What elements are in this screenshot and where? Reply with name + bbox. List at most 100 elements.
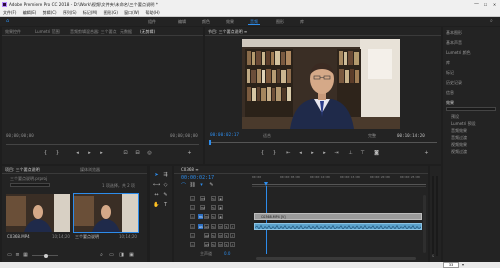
new-item-icon[interactable]: ◨ <box>118 252 125 258</box>
menu-marker[interactable]: 标记(M) <box>83 10 98 15</box>
solo-icon[interactable]: S <box>224 224 229 229</box>
close-button[interactable]: ✕ <box>490 0 499 9</box>
maximize-button[interactable]: ☐ <box>481 0 490 9</box>
menu-window[interactable]: 窗口(W) <box>124 10 139 15</box>
panel-lumetri-color[interactable]: Lumetri 颜色 <box>446 50 471 56</box>
panel-markers[interactable]: 标记 <box>446 70 454 76</box>
add-button-icon[interactable]: + <box>423 150 430 156</box>
eye-icon[interactable]: ◉ <box>218 196 223 201</box>
go-to-out-icon[interactable]: ⇥ <box>333 150 340 156</box>
source-scrubber[interactable] <box>6 144 199 145</box>
eye-icon[interactable]: ◉ <box>218 214 223 219</box>
effects-lumetri-presets[interactable]: Lumetri 预设 <box>451 121 476 127</box>
step-back-icon[interactable]: ◂ <box>74 150 81 156</box>
snap-icon[interactable]: ⌒ <box>180 182 187 189</box>
menu-graphics[interactable]: 图形(G) <box>104 10 118 15</box>
workspace-editing[interactable]: 编辑 <box>178 17 186 26</box>
track-lock-icon[interactable]: ▫ <box>190 205 195 210</box>
timeline-settings-icon[interactable]: ✎ <box>208 182 215 188</box>
mark-in-icon[interactable]: { <box>42 150 49 156</box>
mark-out-icon[interactable]: } <box>271 150 278 156</box>
step-back-icon[interactable]: ◂ <box>297 150 304 156</box>
menu-edit[interactable]: 编辑(E) <box>23 10 37 15</box>
type-tool-icon[interactable]: T <box>162 202 169 208</box>
mic-icon[interactable]: ♪ <box>230 233 235 238</box>
effects-search-input[interactable] <box>446 107 496 111</box>
sync-lock-icon[interactable]: ⇆ <box>211 196 216 201</box>
mark-in-icon[interactable]: { <box>259 150 266 156</box>
program-timecode-current[interactable]: 00:00:02:17 <box>210 133 239 138</box>
list-view-icon[interactable]: ≡ <box>14 252 21 258</box>
source-patch-a1[interactable]: A1 <box>198 224 203 229</box>
sync-lock-icon[interactable]: ⇆ <box>211 224 216 229</box>
pen-tool-icon[interactable]: ✎ <box>162 192 169 198</box>
razor-tool-icon[interactable]: ◇ <box>162 182 169 188</box>
timeline-horizontal-scrollbar[interactable] <box>256 257 416 260</box>
program-scrubber[interactable] <box>209 142 437 143</box>
play-icon[interactable]: ▸ <box>86 150 93 156</box>
effects-panel-title[interactable]: 效果 <box>446 100 454 106</box>
step-forward-icon[interactable]: ▸ <box>98 150 105 156</box>
mute-icon[interactable]: M <box>218 233 223 238</box>
slip-tool-icon[interactable]: ↔ <box>153 192 160 198</box>
hand-tool-icon[interactable]: ✋ <box>153 202 160 208</box>
track-label[interactable]: V1 <box>204 214 209 219</box>
ripple-edit-tool-icon[interactable]: ⟷ <box>153 182 160 188</box>
mute-icon[interactable]: M <box>218 242 223 247</box>
source-timecode-current[interactable]: 00;00;00;00 <box>6 133 34 138</box>
quality-select[interactable]: 完整 <box>368 133 376 139</box>
icon-view-icon[interactable]: ▦ <box>22 252 29 258</box>
add-marker-icon[interactable]: ▾ <box>198 182 205 188</box>
work-area-bar[interactable] <box>252 186 426 187</box>
playhead-line[interactable] <box>265 186 267 254</box>
effects-video-effects[interactable]: 视频效果 <box>451 142 467 148</box>
menu-help[interactable]: 帮助(H) <box>146 10 160 15</box>
mic-icon[interactable]: ♪ <box>230 224 235 229</box>
sync-lock-icon[interactable]: ⇆ <box>211 242 216 247</box>
linked-selection-icon[interactable]: ⛓ <box>189 182 196 188</box>
step-forward-icon[interactable]: ▸ <box>321 150 328 156</box>
video-clip[interactable]: C0368.MP4 [V] <box>254 213 422 220</box>
workspace-libraries[interactable]: 库 <box>300 17 304 26</box>
panel-essential-graphics[interactable]: 基本图形 <box>446 30 462 36</box>
solo-icon[interactable]: S <box>224 233 229 238</box>
sync-lock-icon[interactable]: ⇆ <box>211 214 216 219</box>
effects-audio-transitions[interactable]: 音频过渡 <box>451 135 467 141</box>
fit-select[interactable]: 适合 <box>263 133 271 139</box>
panel-libraries[interactable]: 库 <box>446 60 450 66</box>
track-label[interactable]: V3 <box>200 196 205 201</box>
track-lock-icon[interactable]: ▫ <box>190 224 195 229</box>
workspace-color[interactable]: 颜色 <box>202 17 210 26</box>
track-label[interactable]: V2 <box>200 205 205 210</box>
master-volume[interactable]: 0.0 <box>224 251 230 256</box>
track-label[interactable]: A1 <box>204 224 209 229</box>
insert-icon[interactable]: ⊡ <box>122 150 129 156</box>
source-patch-v1[interactable]: V1 <box>198 214 203 219</box>
overwrite-icon[interactable]: ⊟ <box>134 150 141 156</box>
track-lock-icon[interactable]: ▫ <box>190 233 195 238</box>
mic-icon[interactable]: ♪ <box>230 242 235 247</box>
audio-clip[interactable] <box>254 223 422 230</box>
track-label[interactable]: A2 <box>204 233 209 238</box>
timeline-vertical-scrollbar[interactable] <box>423 195 426 253</box>
solo-meter-icon[interactable]: S <box>432 254 434 258</box>
export-frame-icon[interactable]: ◎ <box>146 150 153 156</box>
tab-sequence[interactable]: C0368 ≡ <box>181 167 199 172</box>
eye-icon[interactable]: ◉ <box>218 205 223 210</box>
add-button-icon[interactable]: + <box>186 150 193 156</box>
lift-icon[interactable]: ⊥ <box>347 150 354 156</box>
effects-audio-effects[interactable]: 音频效果 <box>451 128 467 134</box>
mute-icon[interactable]: M <box>218 224 223 229</box>
sequence-thumbnail[interactable] <box>73 193 139 233</box>
panel-info[interactable]: 信息 <box>446 90 454 96</box>
lock-icon[interactable]: ▭ <box>6 252 13 258</box>
zoom-slider-handle[interactable] <box>44 253 48 258</box>
timeline-ruler[interactable]: 00:00 00:00:05:00 00:00:10:00 00:00:15:0… <box>252 175 426 187</box>
solo-icon[interactable]: S <box>224 242 229 247</box>
program-playhead[interactable] <box>209 140 211 145</box>
play-icon[interactable]: ▸ <box>309 150 316 156</box>
project-search-input[interactable] <box>10 183 50 187</box>
find-icon[interactable]: ⌕ <box>98 252 105 258</box>
clip-thumbnail[interactable] <box>6 194 70 232</box>
timeline-timecode[interactable]: 00:00:02:17 <box>181 175 214 181</box>
